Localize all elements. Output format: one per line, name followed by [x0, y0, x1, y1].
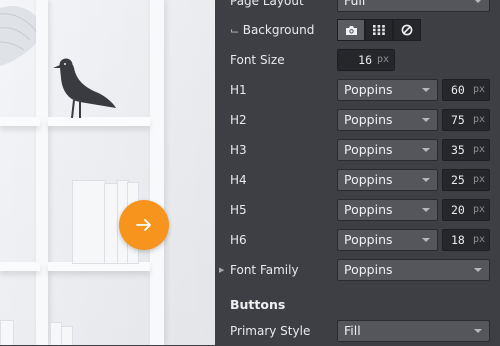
heading-label: H4: [230, 173, 247, 187]
font-family-row[interactable]: ▶ Font Family Poppins: [215, 255, 500, 285]
chevron-down-icon: [474, 0, 482, 3]
book: [104, 183, 118, 264]
buttons-section-title: Buttons: [230, 297, 286, 312]
heading-font-select[interactable]: Poppins: [337, 139, 438, 161]
expand-caret-icon[interactable]: ▶: [219, 255, 224, 285]
settings-panel: Page Layout Full ⌙ Background Font Size …: [215, 0, 500, 345]
book: [72, 180, 106, 264]
arrow-right-icon: [136, 219, 151, 231]
shelf-post: [150, 0, 164, 345]
heading-size-unit: px: [472, 234, 485, 245]
heading-row-h4: H4 Poppins 25 px: [215, 165, 500, 195]
bird-figurine: [53, 58, 116, 119]
heading-label: H5: [230, 203, 247, 217]
heading-label: H3: [230, 143, 247, 157]
no-background-icon: [401, 24, 413, 36]
heading-row-h2: H2 Poppins 75 px: [215, 105, 500, 135]
heading-font-value: Poppins: [344, 142, 393, 157]
heading-row-h3: H3 Poppins 35 px: [215, 135, 500, 165]
background-none-button[interactable]: [393, 19, 421, 41]
website-preview: [0, 0, 215, 345]
chevron-down-icon: [422, 88, 430, 92]
chevron-down-icon: [474, 268, 482, 272]
font-family-value: Poppins: [344, 262, 393, 277]
heading-size-unit: px: [472, 174, 485, 185]
heading-size-input[interactable]: 20 px: [442, 199, 490, 221]
chevron-down-icon: [422, 208, 430, 212]
font-family-label: Font Family: [230, 263, 299, 277]
heading-font-value: Poppins: [344, 112, 393, 127]
background-image-button[interactable]: [337, 19, 365, 41]
chevron-down-icon: [474, 329, 482, 333]
heading-row-h1: H1 Poppins 60 px: [215, 75, 500, 105]
page-layout-label: Page Layout: [230, 0, 304, 8]
shelf-post: [36, 0, 48, 345]
heading-label: H6: [230, 233, 247, 247]
heading-size-value: 35: [451, 143, 465, 157]
font-size-label: Font Size: [230, 53, 285, 67]
heading-size-unit: px: [472, 84, 485, 95]
heading-font-select[interactable]: Poppins: [337, 229, 438, 251]
heading-font-value: Poppins: [344, 172, 393, 187]
background-pattern-button[interactable]: [365, 19, 393, 41]
book: [61, 326, 73, 345]
heading-size-unit: px: [472, 144, 485, 155]
heading-font-select[interactable]: Poppins: [337, 109, 438, 131]
heading-size-value: 60: [451, 83, 465, 97]
primary-style-select[interactable]: Fill: [337, 320, 490, 342]
heading-font-value: Poppins: [344, 202, 393, 217]
heading-font-select[interactable]: Poppins: [337, 169, 438, 191]
chevron-down-icon: [422, 178, 430, 182]
shelf: [0, 117, 40, 126]
plant-image: [0, 6, 46, 66]
heading-size-input[interactable]: 35 px: [442, 139, 490, 161]
heading-label: H1: [230, 83, 247, 97]
heading-size-unit: px: [472, 114, 485, 125]
heading-font-value: Poppins: [344, 82, 393, 97]
heading-size-input[interactable]: 75 px: [442, 109, 490, 131]
page-layout-value: Full: [344, 0, 366, 8]
chevron-down-icon: [422, 238, 430, 242]
page-layout-select[interactable]: Full: [337, 0, 490, 12]
heading-row-h5: H5 Poppins 20 px: [215, 195, 500, 225]
heading-size-input[interactable]: 25 px: [442, 169, 490, 191]
heading-size-unit: px: [472, 204, 485, 215]
heading-size-value: 75: [451, 113, 465, 127]
background-label-text: Background: [242, 23, 315, 37]
heading-font-value: Poppins: [344, 232, 393, 247]
heading-label: H2: [230, 113, 247, 127]
chevron-down-icon: [422, 148, 430, 152]
heading-size-input[interactable]: 60 px: [442, 79, 490, 101]
font-size-input[interactable]: 16 px: [337, 49, 395, 71]
font-size-value: 16: [358, 53, 372, 67]
background-row: ⌙ Background: [215, 15, 500, 45]
camera-icon: [345, 25, 357, 35]
heading-row-h6: H6 Poppins 18 px: [215, 225, 500, 255]
sub-item-icon: ⌙: [230, 24, 243, 37]
font-size-unit: px: [376, 54, 389, 65]
next-slide-button[interactable]: [119, 200, 169, 250]
heading-font-select[interactable]: Poppins: [337, 79, 438, 101]
primary-style-label: Primary Style: [230, 324, 311, 338]
heading-font-select[interactable]: Poppins: [337, 199, 438, 221]
primary-style-row: Primary Style Fill: [215, 316, 500, 346]
heading-size-value: 20: [451, 203, 465, 217]
background-label: ⌙ Background: [230, 15, 314, 45]
grid-icon: [373, 25, 385, 35]
heading-size-value: 18: [451, 233, 465, 247]
font-size-row: Font Size 16 px: [215, 45, 500, 75]
book: [0, 320, 14, 345]
shelf: [0, 262, 40, 271]
heading-size-input[interactable]: 18 px: [442, 229, 490, 251]
heading-size-value: 25: [451, 173, 465, 187]
primary-style-value: Fill: [344, 323, 361, 338]
page-layout-row: Page Layout Full: [215, 0, 500, 16]
chevron-down-icon: [422, 118, 430, 122]
font-family-select[interactable]: Poppins: [337, 259, 490, 281]
background-button-group: [337, 19, 423, 41]
